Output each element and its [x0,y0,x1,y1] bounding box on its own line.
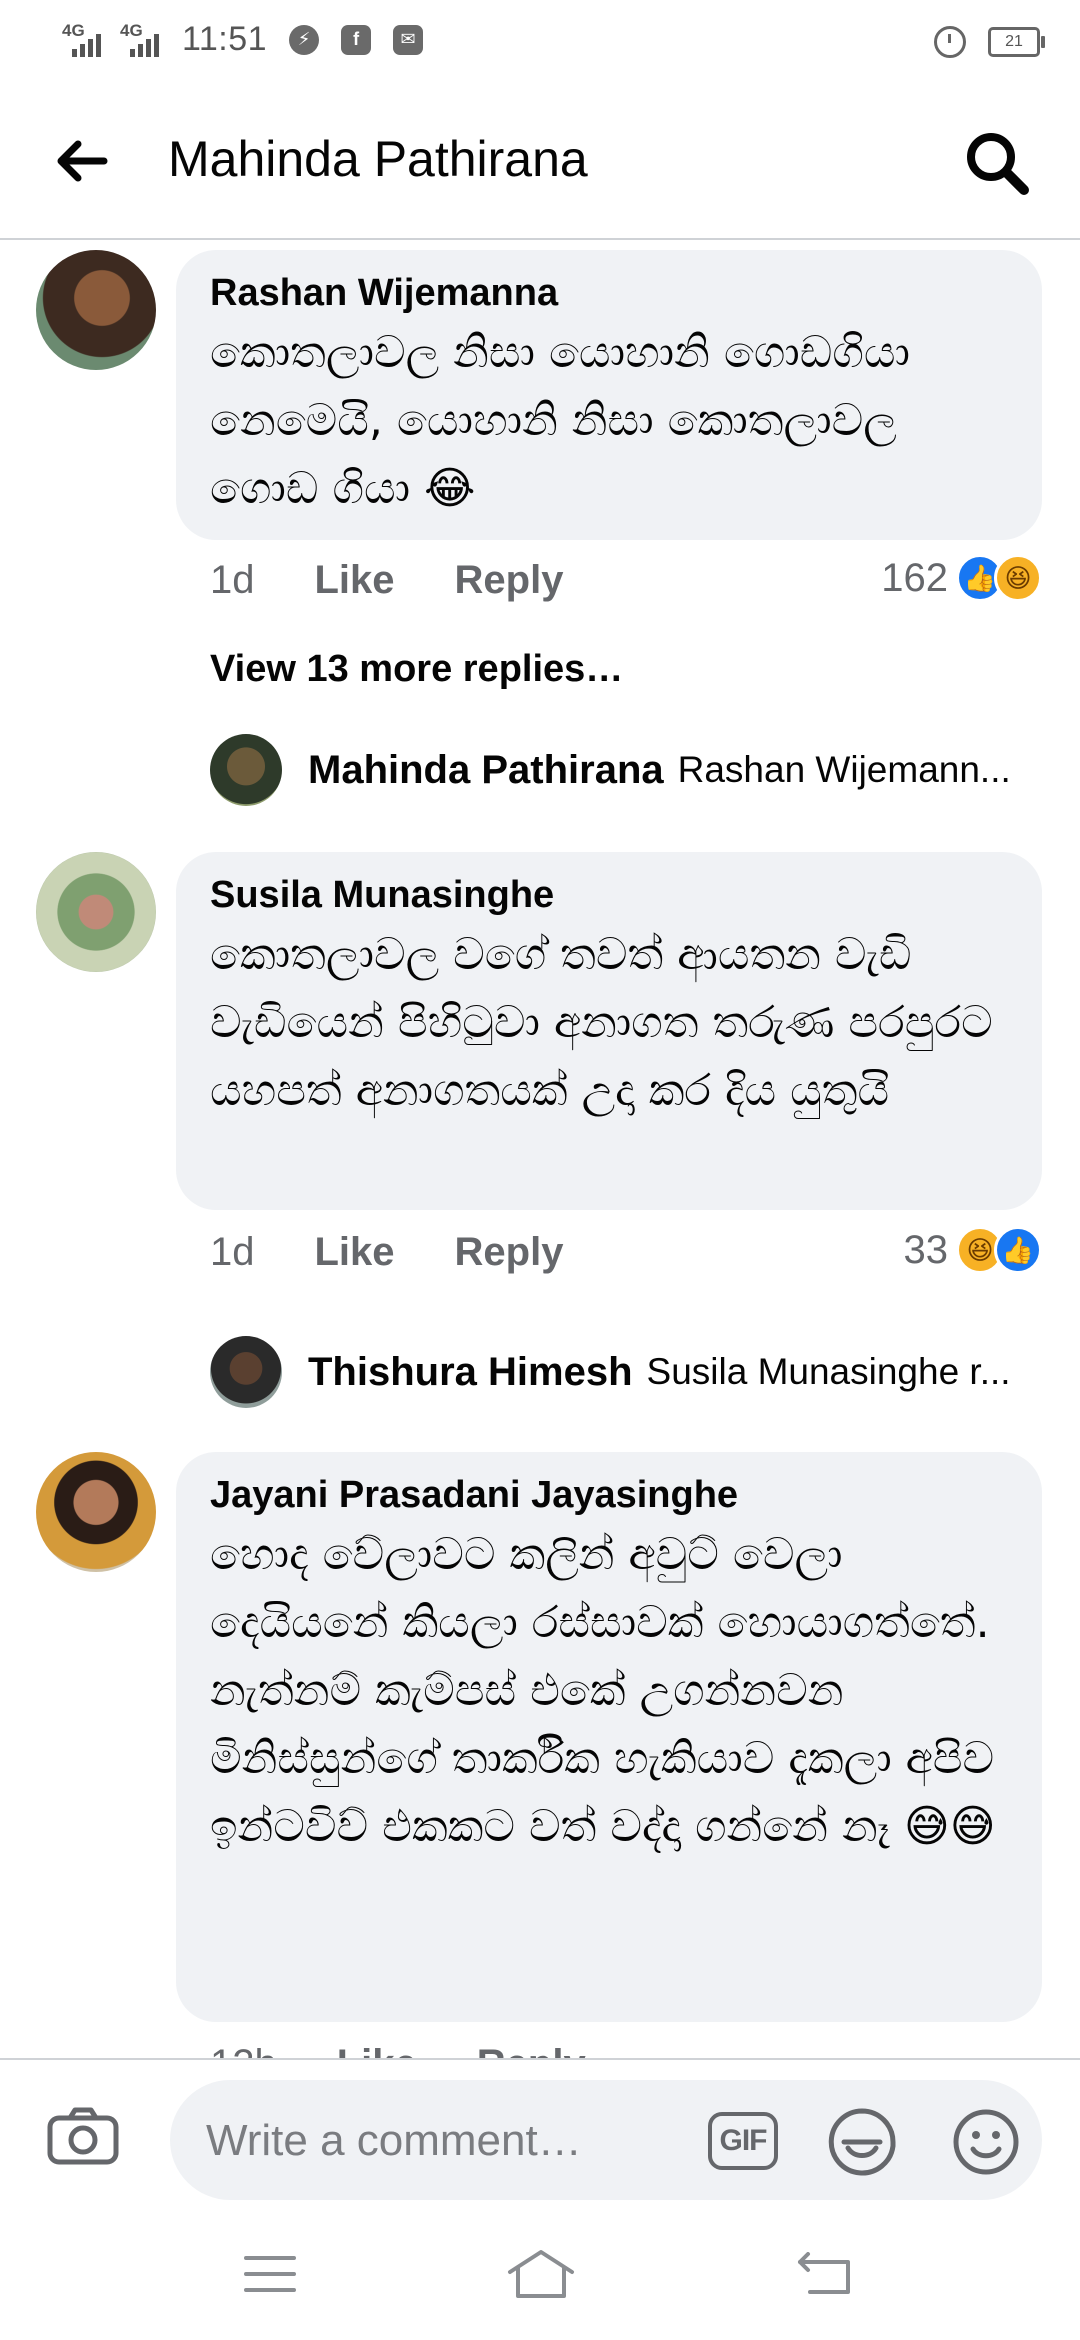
signal-4g-icon: 4G [62,21,110,57]
avatar[interactable] [36,250,156,370]
reaction-summary[interactable]: 162 👍 😆 [881,554,1042,602]
comment-author[interactable]: Rashan Wijemanna [210,272,1008,315]
comment-time[interactable]: 1d [210,558,255,603]
comment-time[interactable]: 12h [210,2042,277,2058]
like-button[interactable]: Like [315,558,395,603]
clock: 11:51 [182,20,268,58]
avatar[interactable] [36,852,156,972]
battery-icon: 21 [988,27,1045,57]
gif-button[interactable]: GIF [708,2112,778,2170]
reply-preview[interactable]: Mahinda Pathirana Rashan Wijemann... [210,734,1040,806]
like-reaction-icon: 👍 [994,1226,1042,1274]
status-bar: 4G 4G 11:51 ⚡ f ✉ 21 [0,0,1080,86]
reply-button[interactable]: Reply [455,1230,564,1275]
comment-author[interactable]: Susila Munasinghe [210,874,1008,917]
view-more-replies[interactable]: View 13 more replies… [210,648,623,691]
comment-bubble[interactable]: Rashan Wijemanna කොතලාවල නිසා යොහානි ගොඩ… [176,250,1042,540]
reply-author[interactable]: Thishura Himesh [308,1350,633,1395]
arrow-left-icon [57,140,108,182]
sticker-icon [828,2108,896,2176]
facebook-icon: f [341,24,372,55]
avatar[interactable] [210,734,282,806]
comment-actions: 1d Like Reply [210,558,623,603]
sticker-button[interactable] [826,2106,898,2178]
comments-list: Rashan Wijemanna කොතලාවල නිසා යොහානි ගොඩ… [0,240,1080,2058]
search-icon [967,133,1029,195]
camera-button[interactable] [46,2106,120,2166]
comment-text: හොද වේලාවට කලින් අවුට් වෙලා දෙයියනේ කියල… [210,1529,996,1852]
back-button[interactable] [52,136,112,186]
comment-bubble[interactable]: Jayani Prasadani Jayasinghe හොද වේලාවට ක… [176,1452,1042,2022]
comment-input-container[interactable]: GIF [170,2080,1042,2200]
mail-icon: ✉ [393,24,424,55]
comment-time[interactable]: 1d [210,1230,255,1275]
reply-preview[interactable]: Thishura Himesh Susila Munasinghe r... [210,1336,1040,1408]
avatar[interactable] [210,1336,282,1408]
reply-author[interactable]: Mahinda Pathirana [308,748,664,793]
alarm-icon [934,26,966,58]
like-button[interactable]: Like [315,1230,395,1275]
messenger-icon: ⚡ [289,24,320,55]
comment-input[interactable] [204,2110,668,2172]
comment-text: කොතලාවල නිසා යොහානි ගොඩගියා නෙමෙයි, යොහා… [210,327,910,514]
reaction-count: 33 [903,1227,949,1272]
comment-bubble[interactable]: Susila Munasinghe කොතලාවල වගේ තවත් ආයතන … [176,852,1042,1210]
comment-text: කොතලාවල වගේ තවත් ආයතන වැඩි වැඩියෙන් පිහි… [210,929,993,1116]
page-title: Mahinda Pathirana [168,131,588,187]
home-icon [508,2250,574,2298]
reply-button[interactable]: Reply [477,2042,586,2058]
battery-level: 21 [1005,33,1023,50]
recent-apps-button[interactable] [244,2254,296,2294]
reply-button[interactable]: Reply [455,558,564,603]
reply-text: Rashan Wijemann... [677,749,1011,790]
reaction-count: 162 [881,555,948,600]
comment-author[interactable]: Jayani Prasadani Jayasinghe [210,1474,1008,1517]
home-button[interactable] [506,2248,576,2300]
reply-text: Susila Munasinghe r... [646,1351,1011,1392]
search-button[interactable] [962,128,1032,198]
comment-actions: 12h Like Reply [210,2042,646,2058]
emoji-button[interactable] [950,2106,1022,2178]
comment-actions: 1d Like Reply [210,1230,623,1275]
emoji-icon [953,2109,1019,2175]
menu-icon [244,2256,296,2292]
signal-4g-icon-2: 4G [120,21,168,57]
avatar[interactable] [36,1452,156,1572]
reaction-summary[interactable]: 33 😆 👍 [903,1226,1042,1274]
comment-composer: GIF [0,2058,1080,2212]
return-icon [798,2252,850,2294]
system-navigation-bar [0,2212,1080,2340]
like-button[interactable]: Like [337,2042,417,2058]
camera-icon [47,2107,119,2165]
haha-reaction-icon: 😆 [994,554,1042,602]
top-app-bar: Mahinda Pathirana [0,86,1080,240]
system-back-button[interactable] [796,2252,852,2296]
